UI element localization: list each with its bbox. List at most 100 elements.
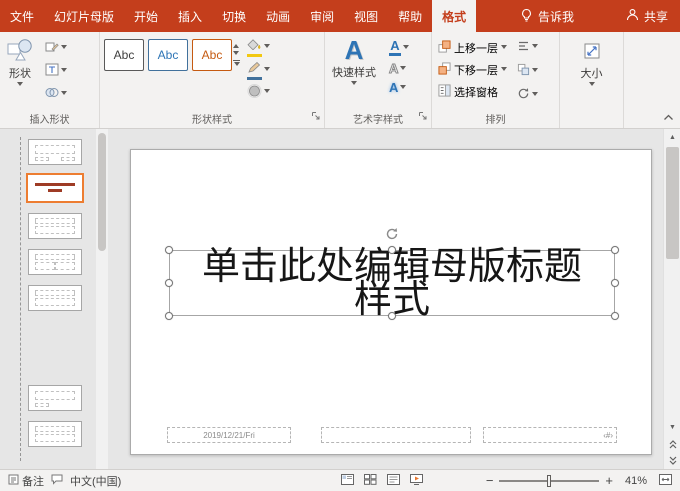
title-placeholder[interactable]: 单击此处编辑母版标题样式 bbox=[169, 250, 615, 316]
merge-shapes-button[interactable] bbox=[43, 85, 69, 103]
selection-handle-top-left[interactable] bbox=[165, 246, 173, 254]
slide-thumbnail-3[interactable] bbox=[28, 213, 82, 239]
footer-placeholder[interactable] bbox=[321, 427, 471, 443]
tab-view[interactable]: 视图 bbox=[344, 0, 388, 32]
chevron-down-icon bbox=[403, 45, 409, 52]
zoom-out-button[interactable]: − bbox=[486, 475, 494, 487]
shape-styles-dialog-launcher[interactable] bbox=[311, 108, 321, 126]
chevron-down-icon bbox=[61, 68, 67, 75]
lightbulb-icon bbox=[520, 8, 533, 25]
chevron-down-icon bbox=[351, 81, 357, 88]
tab-format[interactable]: 格式 bbox=[432, 0, 476, 32]
wordart-styles-dialog-launcher[interactable] bbox=[418, 108, 428, 126]
thumbnail-scrollbar[interactable] bbox=[96, 129, 108, 469]
next-slide-button[interactable] bbox=[664, 453, 680, 469]
person-icon bbox=[626, 8, 639, 24]
vertical-scrollbar-thumb[interactable] bbox=[666, 147, 679, 259]
zoom-controls: − + 41% bbox=[486, 473, 672, 488]
selection-handle-top-right[interactable] bbox=[611, 246, 619, 254]
text-fill-icon: A bbox=[390, 40, 399, 52]
tab-transitions[interactable]: 切换 bbox=[212, 0, 256, 32]
slide-editing-surface[interactable]: 单击此处编辑母版标题样式 2019/12/21/Fri ‹#› bbox=[130, 149, 652, 455]
shape-style-preset-3[interactable]: Abc bbox=[192, 39, 232, 71]
tab-home[interactable]: 开始 bbox=[124, 0, 168, 32]
selection-handle-middle-right[interactable] bbox=[611, 279, 619, 287]
tab-animations[interactable]: 动画 bbox=[256, 0, 300, 32]
notes-label: 备注 bbox=[22, 473, 44, 489]
tab-help[interactable]: 帮助 bbox=[388, 0, 432, 32]
slide-thumbnail-1[interactable] bbox=[28, 139, 82, 165]
gallery-more-button[interactable] bbox=[233, 60, 240, 69]
edit-shape-button[interactable] bbox=[43, 39, 69, 57]
bring-forward-button[interactable]: 上移一层 bbox=[436, 39, 509, 57]
shape-effects-button[interactable] bbox=[245, 83, 272, 102]
quick-styles-button[interactable]: A 快速样式 bbox=[329, 36, 379, 95]
selection-pane-button[interactable]: 选择窗格 bbox=[436, 83, 509, 101]
shape-outline-button[interactable] bbox=[245, 60, 272, 81]
shape-style-preset-2[interactable]: Abc bbox=[148, 39, 188, 71]
slide-canvas-area: 单击此处编辑母版标题样式 2019/12/21/Fri ‹#› bbox=[108, 129, 663, 469]
selection-handle-bottom-left[interactable] bbox=[165, 312, 173, 320]
normal-view-button[interactable] bbox=[341, 473, 354, 488]
group-objects-button[interactable] bbox=[515, 62, 540, 80]
slide-thumbnail-2-selected[interactable] bbox=[26, 173, 84, 203]
slide-thumbnail-5[interactable] bbox=[28, 285, 82, 311]
share-button[interactable]: 共享 bbox=[614, 0, 680, 32]
zoom-in-button[interactable]: + bbox=[605, 475, 613, 487]
date-placeholder[interactable]: 2019/12/21/Fri bbox=[167, 427, 291, 443]
vertical-scrollbar[interactable]: ▲ ▼ bbox=[663, 129, 680, 469]
align-button[interactable] bbox=[515, 39, 540, 56]
tell-me-button[interactable]: 告诉我 bbox=[508, 0, 586, 32]
rotate-handle[interactable] bbox=[385, 227, 399, 246]
group-label-insert-shapes: 插入形状 bbox=[0, 111, 99, 126]
tab-insert[interactable]: 插入 bbox=[168, 0, 212, 32]
tab-review[interactable]: 审阅 bbox=[300, 0, 344, 32]
language-button[interactable]: 中文(中国) bbox=[70, 473, 121, 489]
slide-number-placeholder[interactable]: ‹#› bbox=[483, 427, 617, 443]
tab-file[interactable]: 文件 bbox=[0, 0, 44, 32]
comments-button[interactable] bbox=[51, 474, 63, 488]
text-box-button[interactable] bbox=[43, 62, 69, 80]
zoom-level-button[interactable]: 41% bbox=[619, 475, 647, 487]
size-button[interactable]: 大小 bbox=[564, 40, 619, 90]
scroll-up-button[interactable]: ▲ bbox=[664, 129, 680, 145]
zoom-slider[interactable] bbox=[499, 480, 599, 482]
thumbnail-scrollbar-thumb[interactable] bbox=[98, 133, 106, 251]
previous-slide-button[interactable] bbox=[664, 436, 680, 452]
tab-slide-master[interactable]: 幻灯片母版 bbox=[44, 0, 124, 32]
send-backward-button[interactable]: 下移一层 bbox=[436, 61, 509, 79]
selection-handle-bottom-right[interactable] bbox=[611, 312, 619, 320]
slide-sorter-view-button[interactable] bbox=[364, 473, 377, 488]
shapes-button[interactable]: 形状 bbox=[4, 36, 36, 103]
shape-fill-button[interactable] bbox=[245, 37, 272, 58]
slide-thumbnail-6[interactable] bbox=[28, 385, 82, 411]
reading-view-button[interactable] bbox=[387, 473, 400, 488]
selection-handle-middle-left[interactable] bbox=[165, 279, 173, 287]
slide-thumbnail-7[interactable] bbox=[28, 421, 82, 447]
rotate-button[interactable] bbox=[515, 86, 540, 104]
slide-thumbnail-4[interactable] bbox=[28, 249, 82, 275]
gallery-down-button[interactable] bbox=[233, 51, 239, 58]
text-effects-button[interactable]: A bbox=[387, 81, 411, 95]
notes-icon bbox=[8, 474, 19, 488]
slideshow-view-button[interactable] bbox=[410, 473, 423, 488]
text-fill-button[interactable]: A bbox=[387, 39, 411, 57]
chevron-down-icon bbox=[532, 44, 538, 51]
collapse-ribbon-button[interactable] bbox=[663, 109, 674, 124]
gallery-up-button[interactable] bbox=[233, 41, 239, 48]
shape-effects-icon bbox=[247, 84, 262, 101]
notes-button[interactable]: 备注 bbox=[8, 473, 44, 489]
chevron-down-icon bbox=[17, 82, 23, 89]
text-outline-button[interactable]: A bbox=[387, 62, 411, 76]
zoom-slider-thumb[interactable] bbox=[547, 475, 551, 487]
fit-to-window-button[interactable] bbox=[659, 473, 672, 488]
chevron-down-icon bbox=[501, 67, 507, 74]
ribbon: 形状 插入形状 Abc bbox=[0, 32, 680, 129]
chevron-down-icon bbox=[264, 89, 270, 96]
selection-handle-top-center[interactable] bbox=[388, 246, 396, 254]
shape-style-preset-1[interactable]: Abc bbox=[104, 39, 144, 71]
selection-handle-bottom-center[interactable] bbox=[388, 312, 396, 320]
workspace: 单击此处编辑母版标题样式 2019/12/21/Fri ‹#› ▲ ▼ bbox=[0, 129, 680, 469]
share-label: 共享 bbox=[644, 8, 668, 25]
scroll-down-button[interactable]: ▼ bbox=[664, 419, 680, 435]
